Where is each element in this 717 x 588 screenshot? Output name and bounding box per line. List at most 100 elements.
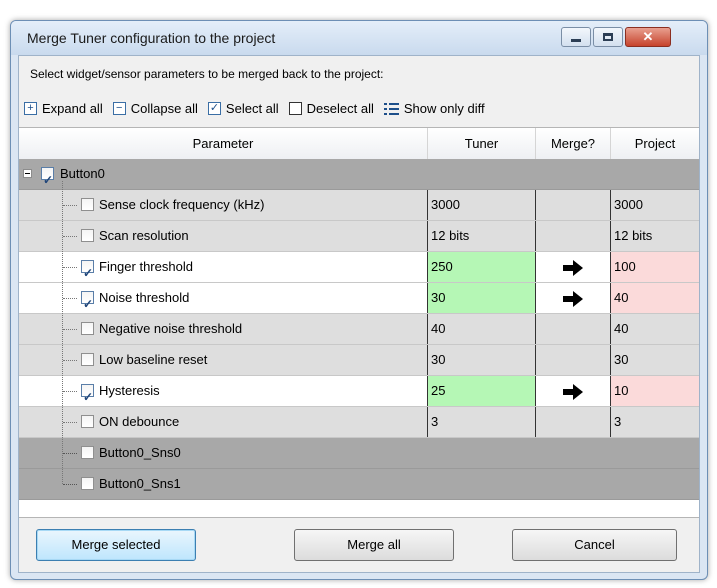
parameter-row[interactable]: Finger threshold 250 100 bbox=[19, 252, 699, 288]
tuner-value: 40 bbox=[428, 314, 536, 344]
merge-dialog: Merge Tuner configuration to the project… bbox=[10, 20, 708, 580]
tuner-value: 3000 bbox=[428, 190, 536, 220]
merge-selected-button[interactable]: Merge selected bbox=[36, 529, 196, 561]
parameter-checkbox[interactable] bbox=[81, 353, 94, 366]
parameter-checkbox[interactable] bbox=[81, 198, 94, 211]
parameter-name: Hysteresis bbox=[99, 383, 160, 398]
column-header-parameter[interactable]: Parameter bbox=[19, 128, 428, 159]
parameter-row[interactable]: Scan resolution 12 bits 12 bits bbox=[19, 221, 699, 252]
widget-checkbox[interactable] bbox=[41, 165, 54, 195]
tuner-value: 30 bbox=[428, 345, 536, 375]
sensor-name: Button0_Sns1 bbox=[99, 476, 181, 491]
arrow-right-icon bbox=[563, 259, 583, 276]
project-value: 3000 bbox=[614, 197, 643, 212]
tree-line bbox=[62, 181, 63, 484]
widget-row[interactable]: Button0 bbox=[19, 159, 699, 195]
parameter-row[interactable]: Sense clock frequency (kHz) 3000 3000 bbox=[19, 190, 699, 221]
parameter-cell: Hysteresis bbox=[19, 376, 428, 412]
widget-cell: Button0 bbox=[19, 159, 699, 195]
close-icon: ✕ bbox=[642, 29, 654, 44]
sensor-row[interactable]: Button0_Sns1 bbox=[19, 469, 699, 500]
project-value: 40 bbox=[611, 283, 699, 313]
parameter-checkbox[interactable] bbox=[81, 258, 94, 288]
parameter-cell: Sense clock frequency (kHz) bbox=[19, 190, 428, 220]
checkbox-checked-icon: ✓ bbox=[207, 101, 221, 115]
show-only-diff-button[interactable]: Show only diff bbox=[383, 100, 485, 116]
dialog-body: Select widget/sensor parameters to be me… bbox=[18, 55, 700, 573]
sensor-cell: Button0_Sns0 bbox=[19, 438, 699, 468]
checkbox-empty-icon bbox=[288, 101, 302, 115]
parameter-checkbox[interactable] bbox=[81, 415, 94, 428]
parameter-cell: ON debounce bbox=[19, 407, 428, 437]
show-only-diff-label: Show only diff bbox=[403, 100, 485, 116]
parameter-name: Finger threshold bbox=[99, 259, 193, 274]
toolbar: + Expand all − Collapse all ✓ Select all… bbox=[24, 96, 495, 120]
collapse-toggle-icon[interactable] bbox=[23, 169, 32, 178]
cancel-button[interactable]: Cancel bbox=[512, 529, 677, 561]
list-icon bbox=[383, 102, 399, 115]
sensor-row[interactable]: Button0_Sns0 bbox=[19, 438, 699, 469]
parameter-name: Scan resolution bbox=[99, 228, 189, 243]
sensor-checkbox[interactable] bbox=[81, 477, 94, 490]
parameter-checkbox[interactable] bbox=[81, 322, 94, 335]
expand-all-label: Expand all bbox=[42, 100, 103, 116]
parameter-cell: Noise threshold bbox=[19, 283, 428, 319]
parameter-row[interactable]: Negative noise threshold 40 40 bbox=[19, 314, 699, 345]
instruction-text: Select widget/sensor parameters to be me… bbox=[30, 67, 384, 81]
arrow-right-icon bbox=[563, 383, 583, 400]
tuner-value: 3 bbox=[428, 407, 536, 437]
window-title: Merge Tuner configuration to the project bbox=[27, 30, 276, 46]
parameter-cell: Finger threshold bbox=[19, 252, 428, 288]
parameter-cell: Scan resolution bbox=[19, 221, 428, 251]
collapse-all-button[interactable]: − Collapse all bbox=[112, 100, 198, 116]
grid-header: Parameter Tuner Merge? Project bbox=[19, 128, 699, 160]
close-button[interactable]: ✕ bbox=[625, 27, 671, 47]
tuner-value: 30 bbox=[428, 283, 536, 313]
parameter-name: ON debounce bbox=[99, 414, 180, 429]
deselect-all-button[interactable]: Deselect all bbox=[288, 100, 374, 116]
merge-cell bbox=[536, 407, 611, 437]
parameter-name: Noise threshold bbox=[99, 290, 190, 305]
project-value: 100 bbox=[611, 252, 699, 282]
column-header-project[interactable]: Project bbox=[611, 128, 699, 159]
parameter-checkbox[interactable] bbox=[81, 289, 94, 319]
expand-all-button[interactable]: + Expand all bbox=[24, 101, 103, 116]
collapse-all-label: Collapse all bbox=[130, 100, 198, 116]
parameter-checkbox[interactable] bbox=[81, 382, 94, 412]
parameter-name: Sense clock frequency (kHz) bbox=[99, 197, 265, 212]
maximize-button[interactable] bbox=[593, 27, 623, 47]
parameter-row[interactable]: ON debounce 3 3 bbox=[19, 407, 699, 438]
parameter-name: Negative noise threshold bbox=[99, 321, 243, 336]
project-value: 10 bbox=[611, 376, 699, 406]
tuner-value: 250 bbox=[428, 252, 536, 282]
merge-cell bbox=[536, 376, 611, 406]
merge-cell bbox=[536, 345, 611, 375]
column-header-merge[interactable]: Merge? bbox=[536, 128, 611, 159]
expand-icon: + bbox=[24, 101, 37, 115]
parameter-row[interactable]: Hysteresis 25 10 bbox=[19, 376, 699, 412]
widget-name: Button0 bbox=[60, 166, 105, 181]
maximize-icon bbox=[603, 33, 613, 41]
arrow-right-icon bbox=[563, 290, 583, 307]
merge-cell bbox=[536, 190, 611, 220]
merge-cell bbox=[536, 314, 611, 344]
sensor-checkbox[interactable] bbox=[81, 446, 94, 459]
tuner-value: 25 bbox=[428, 376, 536, 406]
select-all-label: Select all bbox=[225, 100, 279, 116]
sensor-name: Button0_Sns0 bbox=[99, 445, 181, 460]
parameter-row[interactable]: Low baseline reset 30 30 bbox=[19, 345, 699, 376]
parameter-row[interactable]: Noise threshold 30 40 bbox=[19, 283, 699, 319]
title-bar[interactable]: Merge Tuner configuration to the project… bbox=[11, 21, 707, 55]
minimize-button[interactable] bbox=[561, 27, 591, 47]
parameter-name: Low baseline reset bbox=[99, 352, 208, 367]
select-all-button[interactable]: ✓ Select all bbox=[207, 100, 279, 116]
parameter-checkbox[interactable] bbox=[81, 229, 94, 242]
sensor-cell: Button0_Sns1 bbox=[19, 469, 699, 499]
minimize-icon bbox=[571, 38, 581, 42]
deselect-all-label: Deselect all bbox=[306, 100, 374, 116]
column-header-tuner[interactable]: Tuner bbox=[428, 128, 536, 159]
project-value: 40 bbox=[614, 321, 629, 336]
parameter-cell: Negative noise threshold bbox=[19, 314, 428, 344]
merge-all-button[interactable]: Merge all bbox=[294, 529, 454, 561]
parameter-cell: Low baseline reset bbox=[19, 345, 428, 375]
